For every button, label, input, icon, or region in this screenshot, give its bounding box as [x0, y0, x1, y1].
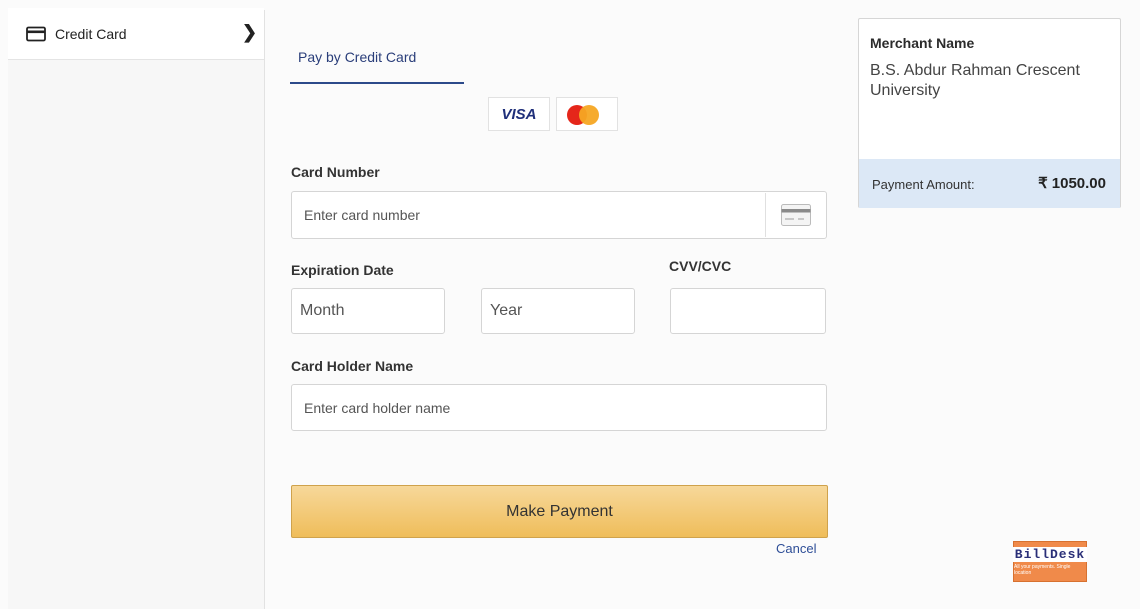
billdesk-logo: BillDesk All your payments. Single locat… [1012, 541, 1088, 582]
visa-logo: VISA [488, 97, 550, 131]
sidebar-item-label: Credit Card [55, 25, 127, 42]
card-holder-name-input[interactable] [291, 384, 827, 431]
make-payment-button[interactable]: Make Payment [291, 485, 828, 538]
expiry-month-input[interactable] [291, 288, 445, 334]
cvv-input[interactable] [670, 288, 826, 334]
tab-pay-by-credit-card[interactable]: Pay by Credit Card [290, 40, 464, 84]
card-type-icon [765, 193, 825, 237]
payment-amount-bar: Payment Amount: ₹ 1050.00 [859, 159, 1120, 208]
card-number-input[interactable] [291, 191, 827, 239]
payment-amount-value: ₹ 1050.00 [1038, 175, 1106, 192]
cvv-label: CVV/CVC [669, 258, 732, 274]
chevron-right-icon: ❯ [242, 22, 258, 42]
expiry-year-input[interactable] [481, 288, 635, 334]
sidebar: Credit Card ❯ [8, 8, 265, 609]
merchant-name: B.S. Abdur Rahman Crescent University [870, 62, 1080, 99]
cancel-link[interactable]: Cancel [776, 541, 816, 556]
sidebar-item-credit-card[interactable]: Credit Card ❯ [8, 8, 264, 60]
card-holder-name-label: Card Holder Name [291, 358, 414, 374]
payment-amount-label: Payment Amount: [872, 177, 975, 192]
credit-card-icon [26, 26, 46, 42]
billdesk-logo-tagline: All your payments. Single location [1014, 564, 1071, 576]
expiration-date-label: Expiration Date [291, 262, 394, 278]
card-brands: VISA [488, 97, 618, 131]
merchant-panel: Merchant Name B.S. Abdur Rahman Crescent… [858, 18, 1121, 208]
merchant-name-label: Merchant Name [870, 35, 975, 51]
card-number-label: Card Number [291, 164, 380, 180]
mastercard-icon [556, 97, 618, 131]
billdesk-logo-name: BillDesk [1012, 547, 1088, 562]
tab-label: Pay by Credit Card [298, 49, 417, 65]
